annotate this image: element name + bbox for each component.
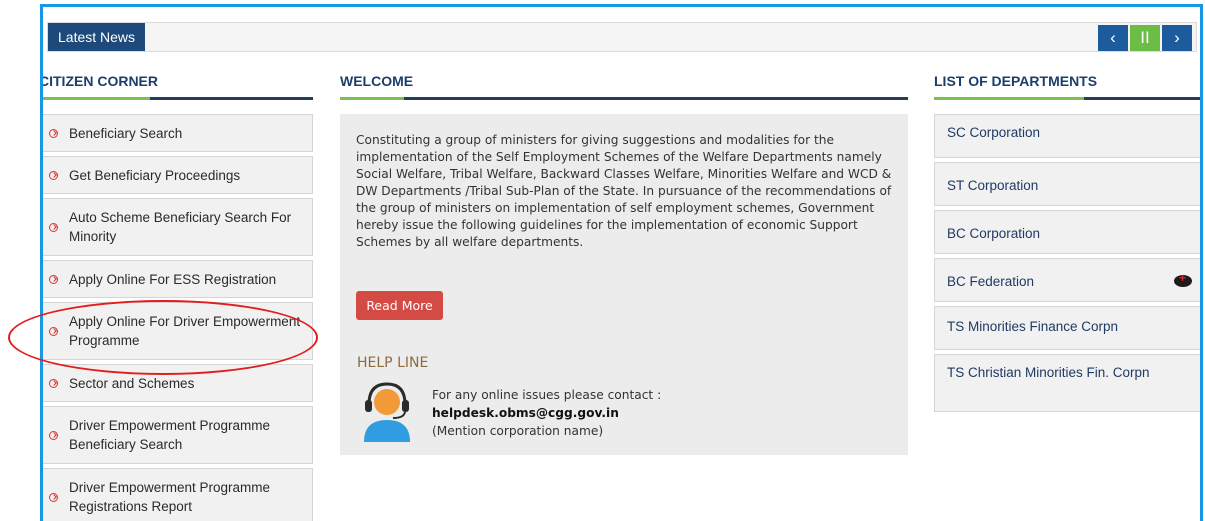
cc-item-label: Sector and Schemes — [69, 375, 195, 391]
dept-item-label: TS Christian Minorities Fin. Corpn — [947, 365, 1150, 380]
citizen-corner-list: Beneficiary Search Get Beneficiary Proce… — [43, 114, 313, 521]
read-more-button[interactable]: Read More — [356, 291, 443, 320]
dept-item-label: BC Corporation — [947, 226, 1041, 241]
expand-plus-icon[interactable] — [1174, 271, 1192, 287]
cc-item-label: Get Beneficiary Proceedings — [69, 167, 241, 183]
dept-item-st[interactable]: ST Corporation — [934, 162, 1200, 206]
cc-item-label: Driver Empowerment Programme Beneficiary… — [69, 418, 271, 452]
arrow-circle-icon — [49, 274, 58, 284]
arrow-circle-icon — [49, 170, 58, 180]
arrow-circle-icon — [49, 326, 58, 336]
dept-item-sc[interactable]: SC Corporation — [934, 114, 1200, 158]
dept-item-bc-federation[interactable]: BC Federation — [934, 258, 1200, 302]
cc-item-ess-registration[interactable]: Apply Online For ESS Registration — [43, 260, 313, 298]
departments-rule — [934, 97, 1200, 100]
welcome-body: Constituting a group of ministers for gi… — [356, 133, 892, 249]
helpline-title: HELP LINE — [357, 355, 429, 371]
cc-item-label: Apply Online For Driver Empowerment Prog… — [69, 314, 301, 348]
welcome-rule — [340, 97, 908, 100]
dept-item-ts-minorities[interactable]: TS Minorities Finance Corpn — [934, 306, 1200, 350]
welcome-box: Constituting a group of ministers for gi… — [340, 114, 908, 455]
cc-item-label: Driver Empowerment Programme Registratio… — [69, 480, 271, 514]
news-next-button[interactable]: › — [1162, 25, 1192, 51]
cc-item-label: Apply Online For ESS Registration — [69, 271, 277, 287]
news-controls: ‹ II › — [1098, 25, 1192, 51]
dept-item-ts-christian[interactable]: TS Christian Minorities Fin. Corpn — [934, 354, 1200, 412]
news-pause-button[interactable]: II — [1130, 25, 1160, 51]
cc-item-driver-beneficiary-search[interactable]: Driver Empowerment Programme Beneficiary… — [43, 406, 313, 464]
helpline-note: (Mention corporation name) — [432, 424, 604, 438]
latest-news-label: Latest News — [48, 23, 146, 51]
arrow-circle-icon — [49, 128, 58, 138]
page-frame: Latest News ‹ II › CITIZEN CORNER Benefi… — [40, 4, 1203, 521]
cc-item-label: Auto Scheme Beneficiary Search For Minor… — [69, 210, 292, 244]
helpline-email[interactable]: helpdesk.obms@cgg.gov.in — [432, 404, 661, 422]
citizen-corner-title: CITIZEN CORNER — [40, 73, 158, 89]
cc-item-label: Beneficiary Search — [69, 125, 183, 141]
cc-item-beneficiary-search[interactable]: Beneficiary Search — [43, 114, 313, 152]
citizen-corner-rule — [43, 97, 313, 100]
dept-item-label: SC Corporation — [947, 125, 1041, 140]
arrow-circle-icon — [49, 378, 58, 388]
dept-item-label: TS Minorities Finance Corpn — [947, 319, 1119, 334]
arrow-circle-icon — [49, 430, 58, 440]
helpline-text: For any online issues please contact : h… — [432, 386, 661, 440]
welcome-title: WELCOME — [340, 73, 414, 89]
dept-item-label: ST Corporation — [947, 178, 1039, 193]
departments-list: SC Corporation ST Corporation BC Corpora… — [934, 114, 1200, 416]
cc-item-driver-registrations-report[interactable]: Driver Empowerment Programme Registratio… — [43, 468, 313, 521]
support-agent-icon — [360, 380, 414, 447]
arrow-circle-icon — [49, 492, 58, 502]
news-prev-button[interactable]: ‹ — [1098, 25, 1128, 51]
dept-item-bc[interactable]: BC Corporation — [934, 210, 1200, 254]
arrow-circle-icon — [49, 222, 58, 232]
cc-item-sector-schemes[interactable]: Sector and Schemes — [43, 364, 313, 402]
latest-news-bar: Latest News ‹ II › — [47, 22, 1197, 52]
cc-item-auto-scheme-search[interactable]: Auto Scheme Beneficiary Search For Minor… — [43, 198, 313, 256]
helpline-contact-line: For any online issues please contact : — [432, 388, 662, 402]
cc-item-driver-empowerment-apply[interactable]: Apply Online For Driver Empowerment Prog… — [43, 302, 313, 360]
dept-item-label: BC Federation — [947, 274, 1035, 289]
departments-title: LIST OF DEPARTMENTS — [934, 73, 1098, 89]
cc-item-get-proceedings[interactable]: Get Beneficiary Proceedings — [43, 156, 313, 194]
